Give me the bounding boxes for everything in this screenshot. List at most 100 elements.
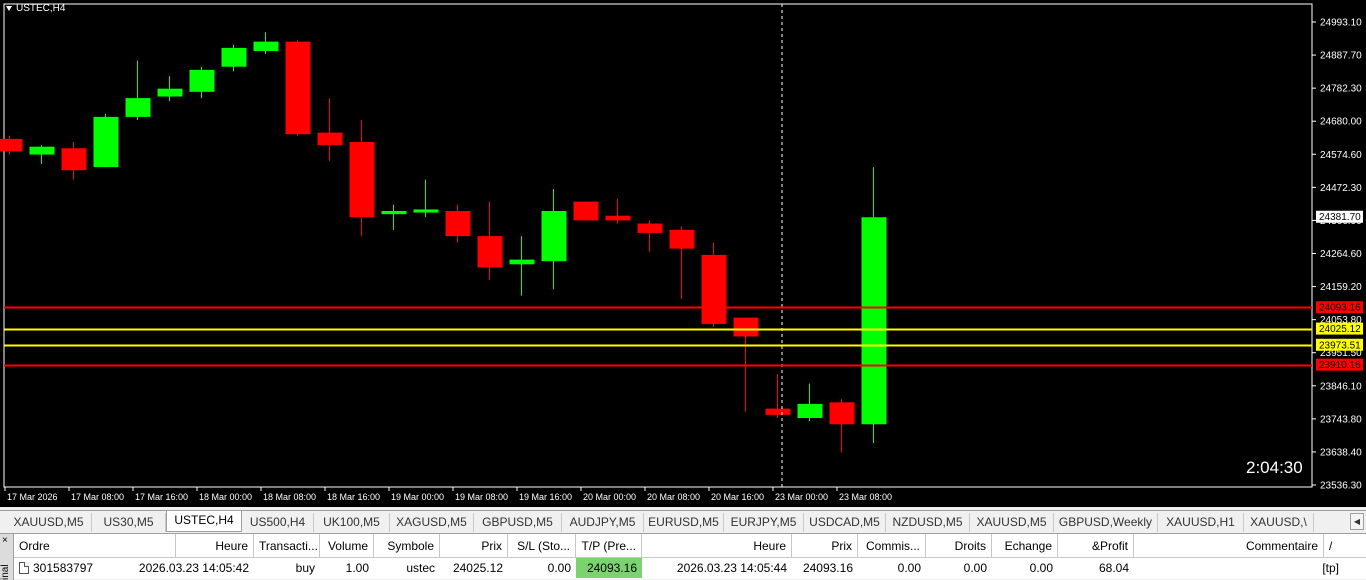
time-axis-label: 20 Mar 08:00 (647, 492, 700, 502)
chart-tab[interactable]: XAGUSD,M5 (390, 513, 474, 532)
candle-body (861, 217, 887, 425)
chart-symbol-label[interactable]: USTEC,H4 (6, 3, 65, 14)
price-axis-label: 24574.60 (1320, 150, 1362, 161)
time-axis-label: 17 Mar 08:00 (71, 492, 124, 502)
chart-tab[interactable]: USTEC,H4 (166, 511, 242, 532)
cell-profit: 68.04 (1098, 561, 1129, 575)
chart-symbol-text: USTEC,H4 (16, 3, 66, 14)
cell-volume: 1.00 (345, 561, 369, 575)
candle-body (541, 211, 567, 262)
candle-body (61, 148, 87, 171)
cell-ordre-text: 301583797 (33, 561, 94, 575)
cell-prix-open: 24025.12 (452, 561, 503, 575)
price-axis-label: 23743.80 (1320, 414, 1362, 425)
cell-commission: 0.00 (897, 561, 921, 575)
candlestick-chart[interactable]: 24993.10 24887.70 24782.30 24680.00 24574.60… (0, 0, 1366, 507)
col-header-ordre[interactable]: Ordre (14, 534, 176, 558)
candle-body (221, 47, 247, 67)
time-axis-label: 20 Mar 00:00 (583, 492, 636, 502)
price-axis-label: 24993.10 (1320, 18, 1362, 29)
cell-heure-open: 2026.03.23 14:05:42 (138, 561, 249, 575)
chart-window[interactable]: 24993.10 24887.70 24782.30 24680.00 24574.60… (0, 0, 1366, 507)
chart-tab[interactable]: XAUUSD,H1 (1158, 513, 1244, 532)
time-axis-label: 18 Mar 00:00 (199, 492, 252, 502)
cell-type: buy (295, 561, 315, 575)
col-header-echange[interactable]: Echange (992, 534, 1058, 558)
time-axis-label: 19 Mar 16:00 (519, 492, 572, 502)
chart-tab[interactable]: EURUSD,M5 (644, 513, 724, 532)
chart-tab[interactable]: EURJPY,M5 (724, 513, 804, 532)
chart-tab[interactable]: XAUUSD,\ (1244, 513, 1314, 532)
price-tag-label: 24381.70 (1319, 212, 1361, 223)
price-axis-label: 23638.40 (1320, 447, 1362, 458)
candle-body (605, 215, 631, 221)
time-axis-label: 18 Mar 16:00 (327, 492, 380, 502)
col-header-sl[interactable]: S/L (Sto... (508, 534, 576, 558)
col-sort-indicator: / (1324, 534, 1366, 558)
chart-tab[interactable]: XAUUSD,M5 (6, 513, 92, 532)
terminal-close-icon[interactable]: × (2, 536, 8, 546)
price-axis-label: 24472.30 (1320, 183, 1362, 194)
chart-tab[interactable]: USDCAD,M5 (804, 513, 886, 532)
col-header-volume[interactable]: Volume (320, 534, 374, 558)
candle-body (253, 41, 279, 52)
order-document-icon (19, 562, 29, 574)
chart-tab[interactable]: US30,M5 (92, 513, 166, 532)
bar-countdown-timer: 2:04:30 (1246, 458, 1303, 477)
time-axis-label: 17 Mar 16:00 (135, 492, 188, 502)
candle-body (0, 138, 23, 152)
col-header-commentaire[interactable]: Commentaire (1134, 534, 1324, 558)
col-header-tp[interactable]: T/P (Pre... (576, 534, 642, 558)
chart-tabs-bar: XAUUSD,M5 US30,M5 USTEC,H4 US500,H4 UK100,M5… (0, 510, 1366, 532)
candle-body (637, 223, 663, 233)
col-header-prix-open[interactable]: Prix (440, 534, 508, 558)
chart-tab[interactable]: UK100,M5 (314, 513, 390, 532)
candle-body (29, 146, 55, 155)
time-axis-label: 23 Mar 00:00 (775, 492, 828, 502)
cell-sl: 0.00 (547, 561, 571, 575)
candle-body (349, 142, 375, 218)
candle-body (157, 88, 183, 97)
col-header-profit[interactable]: &Profit (1058, 534, 1134, 558)
time-axis-label: 19 Mar 08:00 (455, 492, 508, 502)
price-axis-label: 23536.30 (1320, 481, 1362, 492)
price-axis-label: 24782.30 (1320, 84, 1362, 95)
chart-tab[interactable]: NZDUSD,M5 (886, 513, 970, 532)
price-tag-label: 23910.16 (1319, 360, 1361, 371)
chart-tab[interactable]: GBPUSD,Weekly (1054, 513, 1158, 532)
cell-tp: 24093.16 (576, 558, 642, 578)
chart-menu-triangle-icon[interactable] (6, 6, 12, 11)
tabs-scroll-left-icon[interactable]: ◀ (1350, 513, 1364, 530)
terminal-side-label: inal (0, 564, 11, 580)
chart-tab[interactable]: US500,H4 (242, 513, 314, 532)
col-header-heure-close[interactable]: Heure (642, 534, 792, 558)
candle-body (797, 403, 823, 418)
candle-body (701, 254, 727, 324)
candle-body (445, 211, 471, 237)
cell-commentaire: [tp] (1322, 561, 1339, 575)
candle-body (509, 259, 535, 265)
candle-body (413, 209, 439, 213)
col-header-commission[interactable]: Commis... (858, 534, 926, 558)
cell-symbole: ustec (406, 561, 435, 575)
candle-body (317, 132, 343, 146)
col-header-prix-close[interactable]: Prix (792, 534, 858, 558)
col-header-heure-open[interactable]: Heure (176, 534, 254, 558)
candle-body (669, 229, 695, 249)
chart-tab[interactable]: XAUUSD,M5 (970, 513, 1054, 532)
candle-body (381, 211, 407, 215)
col-header-symbole[interactable]: Symbole (374, 534, 440, 558)
chart-tab[interactable]: AUDJPY,M5 (562, 513, 644, 532)
col-header-transaction[interactable]: Transacti... (254, 534, 320, 558)
time-axis-label: 18 Mar 08:00 (263, 492, 316, 502)
price-tag-label: 23973.51 (1319, 340, 1361, 351)
candle-body (285, 41, 311, 135)
price-axis-label: 23846.10 (1320, 381, 1362, 392)
price-axis-label: 24680.00 (1320, 117, 1362, 128)
terminal-side-strip: × inal (0, 534, 14, 580)
col-header-droits[interactable]: Droits (926, 534, 992, 558)
terminal-panel: × inal Ordre Heure Transacti... Volume S… (0, 533, 1366, 580)
cell-droits: 0.00 (963, 561, 987, 575)
chart-tab[interactable]: GBPUSD,M5 (474, 513, 562, 532)
time-axis-label: 17 Mar 2026 (7, 492, 58, 502)
